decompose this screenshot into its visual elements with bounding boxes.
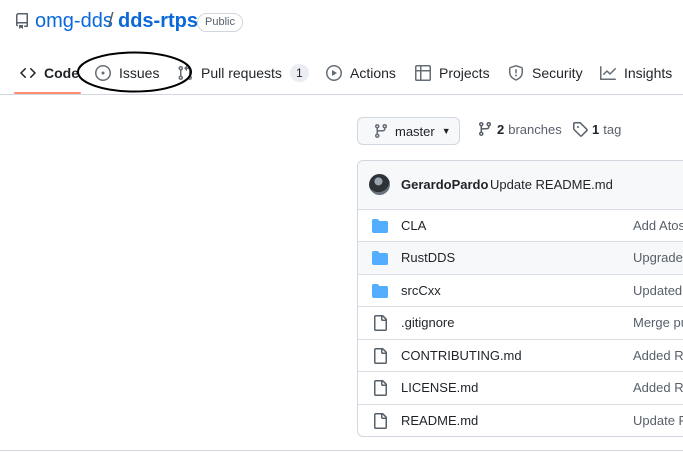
tab-actions-label: Actions <box>350 65 396 81</box>
visibility-badge: Public <box>197 13 243 32</box>
table-row[interactable]: CLA Add Atos <box>358 209 683 242</box>
repo-icon <box>14 13 30 29</box>
latest-commit-bar: GerardoPardo Update README.md <box>358 161 683 210</box>
table-row[interactable]: srcCxx Updated <box>358 274 683 307</box>
file-name-link[interactable]: CLA <box>401 218 426 233</box>
file-commit-message[interactable]: Upgrade <box>633 250 683 265</box>
branches-link[interactable]: 2 branches <box>477 121 562 137</box>
folder-icon <box>372 250 388 266</box>
annotation-ellipse <box>77 51 192 93</box>
tag-icon <box>572 121 588 137</box>
file-commit-message[interactable]: Added R <box>633 348 683 363</box>
table-row[interactable]: .gitignore Merge pu <box>358 306 683 339</box>
table-icon <box>415 65 431 81</box>
table-row[interactable]: LICENSE.md Added R <box>358 371 683 404</box>
tags-link[interactable]: 1 tag <box>572 121 621 137</box>
file-commit-message[interactable]: Update R <box>633 413 683 428</box>
graph-icon <box>600 65 616 81</box>
git-branch-icon <box>477 121 493 137</box>
table-row[interactable]: RustDDS Upgrade <box>358 241 683 274</box>
code-icon <box>20 65 36 81</box>
file-commit-message[interactable]: Updated <box>633 283 682 298</box>
file-icon <box>372 315 388 331</box>
file-name-link[interactable]: srcCxx <box>401 283 441 298</box>
file-name-link[interactable]: CONTRIBUTING.md <box>401 348 522 363</box>
page-divider <box>0 450 683 451</box>
play-icon <box>326 65 342 81</box>
branches-count: 2 <box>497 121 505 137</box>
tags-count: 1 <box>592 121 600 137</box>
tab-actions[interactable]: Actions <box>326 62 396 84</box>
file-commit-message[interactable]: Add Atos <box>633 218 683 233</box>
file-listing: GerardoPardo Update README.md CLA Add At… <box>357 160 683 437</box>
tab-pull-requests-label: Pull requests <box>201 65 282 81</box>
repo-name-link[interactable]: dds-rtps <box>118 10 198 33</box>
tab-pull-requests[interactable]: Pull requests 1 <box>177 62 309 84</box>
file-name-link[interactable]: .gitignore <box>401 315 454 330</box>
git-branch-icon <box>373 123 389 139</box>
file-icon <box>372 348 388 364</box>
commit-author-link[interactable]: GerardoPardo <box>401 177 488 192</box>
tab-code-label: Code <box>44 65 79 81</box>
file-commit-message[interactable]: Added R <box>633 380 683 395</box>
branches-label: branches <box>508 121 562 137</box>
folder-icon <box>372 218 388 234</box>
table-row[interactable]: CONTRIBUTING.md Added R <box>358 339 683 372</box>
table-row[interactable]: README.md Update R <box>358 404 683 436</box>
nav-divider <box>0 94 683 95</box>
branch-select-button[interactable]: master ▼ <box>357 117 460 145</box>
tab-code[interactable]: Code <box>20 62 79 84</box>
shield-icon <box>508 65 524 81</box>
tags-label: tag <box>603 121 622 137</box>
tab-projects-label: Projects <box>439 65 490 81</box>
current-branch-label: master <box>395 123 435 139</box>
tab-security-label: Security <box>532 65 583 81</box>
repo-path-separator: / <box>108 10 114 32</box>
caret-down-icon: ▼ <box>441 126 451 136</box>
commit-message-link[interactable]: Update README.md <box>490 177 613 192</box>
avatar[interactable] <box>369 174 390 195</box>
file-name-link[interactable]: LICENSE.md <box>401 380 478 395</box>
repo-owner-link[interactable]: omg-dds <box>35 10 113 33</box>
file-name-link[interactable]: README.md <box>401 413 478 428</box>
tab-projects[interactable]: Projects <box>415 62 490 84</box>
file-icon <box>372 413 388 429</box>
file-icon <box>372 380 388 396</box>
file-name-link[interactable]: RustDDS <box>401 250 455 265</box>
tab-security[interactable]: Security <box>508 62 583 84</box>
pull-requests-counter: 1 <box>289 64 309 82</box>
tab-insights[interactable]: Insights <box>600 62 672 84</box>
tab-insights-label: Insights <box>624 65 673 81</box>
folder-icon <box>372 283 388 299</box>
file-commit-message[interactable]: Merge pu <box>633 315 683 330</box>
